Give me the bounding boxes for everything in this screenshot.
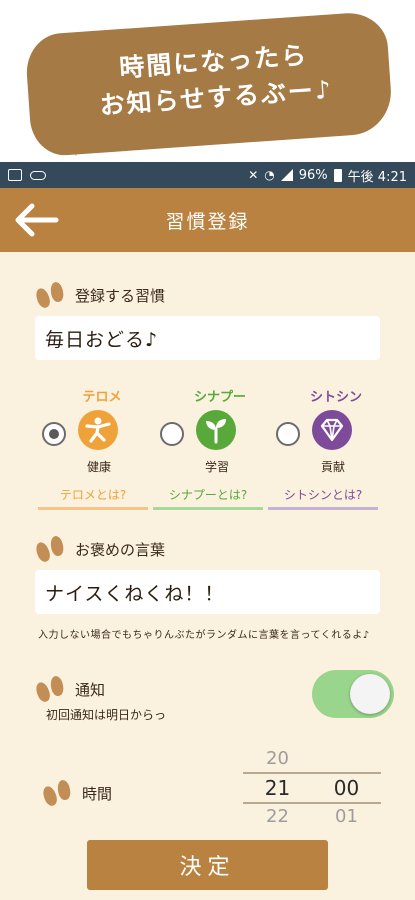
- about-synapoo-link[interactable]: シナプーとは?: [153, 486, 263, 510]
- category-sub: 学習: [204, 460, 229, 474]
- battery-icon: [333, 168, 342, 182]
- category-options: テロメ 健康 シナプー 学習 シトシン 貢献: [0, 386, 415, 476]
- about-telome-link[interactable]: テロメとは?: [38, 486, 148, 510]
- category-option-telome: テロメ 健康: [32, 386, 152, 476]
- about-cytosine-link[interactable]: シトシンとは?: [268, 486, 378, 510]
- sprout-icon: [196, 410, 236, 450]
- signal-icon: [280, 169, 293, 181]
- back-button[interactable]: [12, 202, 60, 238]
- shield-icon: [8, 169, 22, 181]
- radio-synapoo[interactable]: [160, 422, 184, 446]
- hour-next[interactable]: 22: [243, 806, 312, 827]
- praise-hint: 入力しない場合でもちゃりんぶたがランダムに言葉を言ってくれるよ♪: [38, 630, 370, 641]
- mute-icon: ✕: [248, 168, 259, 182]
- time-label-row: 時間: [40, 779, 113, 808]
- paw-icon: [33, 281, 71, 310]
- category-title: テロメ: [82, 390, 122, 405]
- arrow-left-icon: [15, 203, 59, 237]
- minute-prev[interactable]: [312, 748, 381, 769]
- notify-sub: 初回通知は明日からっ: [46, 708, 167, 722]
- exercise-person-icon: [78, 410, 118, 450]
- category-sub: 健康: [86, 460, 111, 474]
- hour-selected[interactable]: 21: [243, 776, 312, 800]
- radio-cytosine[interactable]: [276, 422, 300, 446]
- paw-icon: [40, 779, 78, 808]
- notify-label: 通知: [75, 680, 106, 699]
- habit-input[interactable]: 毎日おどる♪: [35, 316, 380, 360]
- submit-button[interactable]: 決定: [87, 840, 328, 890]
- paw-icon: [33, 535, 71, 564]
- app-bar: 習慣登録: [0, 188, 415, 252]
- wifi-icon: ◔: [264, 168, 275, 182]
- notify-label-row: 通知: [33, 675, 106, 704]
- praise-label: お褒めの言葉: [75, 540, 166, 559]
- voicemail-icon: [30, 170, 46, 180]
- category-option-cytosine: シトシン 貢献: [266, 386, 386, 476]
- minute-selected[interactable]: 00: [312, 776, 381, 800]
- diamond-icon: [312, 410, 352, 450]
- toggle-knob: [350, 674, 390, 714]
- status-time: 午後 4:21: [347, 169, 407, 185]
- picker-divider-top: [243, 772, 381, 774]
- picker-row-next: 22 01: [243, 806, 381, 827]
- category-title: シトシン: [309, 390, 362, 405]
- category-title: シナプー: [193, 390, 246, 405]
- category-sub: 貢献: [320, 460, 345, 474]
- promo-banner: 時間になったら お知らせするぶー♪: [0, 0, 415, 162]
- category-option-synapoo: シナプー 学習: [150, 386, 270, 476]
- picker-row-prev: 20: [243, 748, 381, 769]
- battery-percent: 96%: [298, 167, 328, 183]
- notify-toggle[interactable]: [312, 670, 394, 718]
- habit-label-row: 登録する習慣: [33, 281, 166, 310]
- time-label: 時間: [82, 784, 113, 803]
- praise-label-row: お褒めの言葉: [33, 535, 166, 564]
- habit-label: 登録する習慣: [75, 286, 166, 305]
- radio-telome[interactable]: [42, 422, 66, 446]
- minute-next[interactable]: 01: [312, 806, 381, 827]
- time-picker[interactable]: 20 21 00 22 01: [243, 742, 381, 832]
- picker-row-selected: 21 00: [243, 776, 381, 800]
- status-bar: ✕ ◔ 96% 午後 4:21: [0, 162, 415, 188]
- paw-icon: [33, 675, 71, 704]
- habit-form: 登録する習慣 毎日おどる♪ テロメ 健康 シナプー 学習 シトシン 貢献 テロメ…: [0, 252, 415, 900]
- praise-input[interactable]: ナイスくねくね！！: [35, 570, 380, 614]
- hour-prev[interactable]: 20: [243, 748, 312, 769]
- picker-divider-bottom: [243, 802, 381, 804]
- page-title: 習慣登録: [165, 210, 250, 233]
